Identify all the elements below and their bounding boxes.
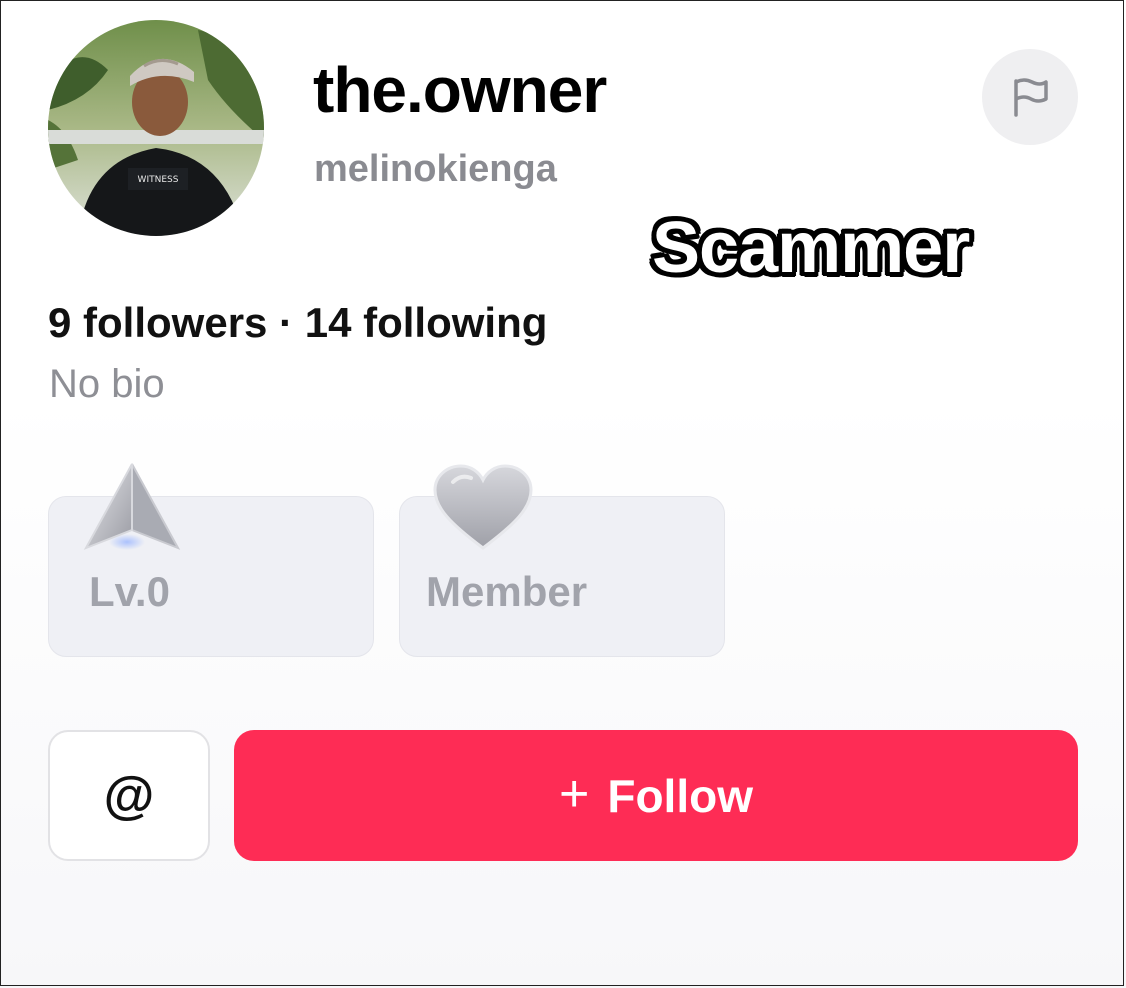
svg-text:WITNESS: WITNESS bbox=[138, 175, 179, 185]
plus-icon: + bbox=[558, 764, 590, 823]
level-badge-label: Lv.0 bbox=[89, 568, 170, 615]
follow-label: Follow bbox=[607, 769, 753, 822]
follow-stats[interactable]: 9 followers · 14 following bbox=[48, 302, 547, 344]
follow-button[interactable]: + Follow bbox=[234, 730, 1078, 861]
heart-icon bbox=[433, 464, 533, 550]
bio: No bio bbox=[49, 362, 165, 406]
mention-label: @ bbox=[103, 766, 155, 825]
mention-button[interactable]: @ bbox=[48, 730, 210, 861]
avatar[interactable]: WITNESS bbox=[48, 20, 264, 236]
level-arrow-icon bbox=[83, 463, 181, 550]
flag-icon bbox=[1014, 78, 1048, 117]
avatar-photo: WITNESS bbox=[48, 20, 264, 236]
username: melinokienga bbox=[314, 148, 557, 190]
report-button[interactable] bbox=[982, 49, 1078, 145]
display-name: the.owner bbox=[313, 54, 607, 126]
scammer-overlay-caption: Scammer bbox=[652, 208, 970, 288]
member-badge-label: Member bbox=[426, 568, 588, 615]
